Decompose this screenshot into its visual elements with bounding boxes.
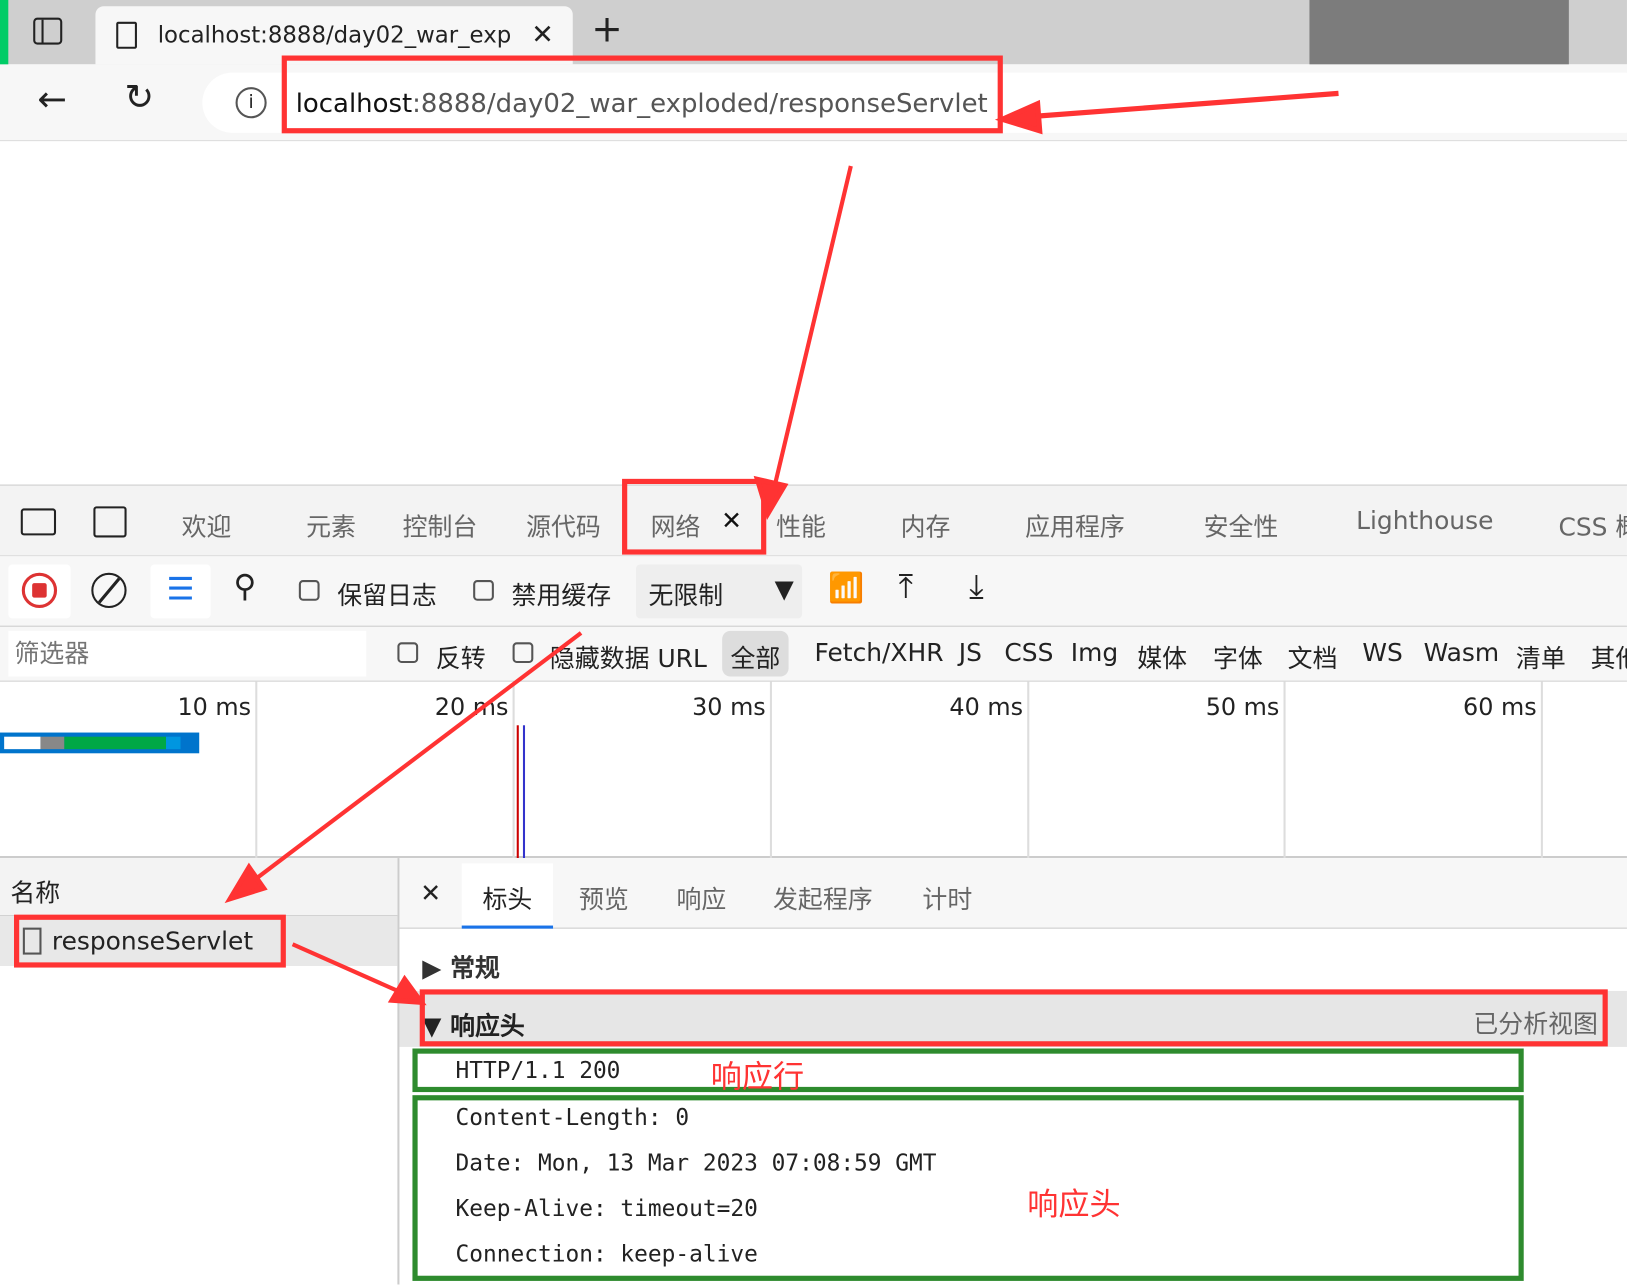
import-har-icon[interactable]: ⤒	[899, 567, 914, 607]
profile-blurred	[1309, 0, 1569, 69]
section-response-headers[interactable]: ▼ 响应头 已分析视图	[399, 990, 1627, 1047]
filter-other[interactable]: 其他	[1591, 638, 1627, 674]
filter-js[interactable]: JS	[959, 638, 982, 667]
request-detail: ✕ 标头 预览 响应 发起程序 计时 ▶ 常规 ▼ 响应头 已分析视图 HTTP…	[399, 858, 1627, 1285]
request-row[interactable]: responseServlet	[0, 916, 398, 967]
tab-lighthouse[interactable]: Lighthouse	[1356, 506, 1493, 535]
disable-cache-checkbox[interactable]	[473, 580, 494, 601]
tick-label: 50 ms	[1205, 694, 1280, 722]
tick-label: 60 ms	[1463, 694, 1537, 722]
tab-initiator[interactable]: 发起程序	[773, 879, 873, 915]
section-general[interactable]: ▶ 常规	[422, 947, 500, 983]
tick-label: 20 ms	[434, 694, 509, 722]
network-toolbar: ☰ ⚲ 保留日志 禁用缓存 无限制 ▼ 📶 ⤒ ⤓	[0, 555, 1627, 626]
filter-fetch-xhr[interactable]: Fetch/XHR	[815, 638, 944, 667]
header-row: Connection: keep-alive	[455, 1242, 758, 1268]
network-timeline[interactable]: 10 ms 20 ms 30 ms 40 ms 50 ms 60 ms	[0, 681, 1627, 859]
new-tab-icon[interactable]: +	[591, 8, 622, 51]
document-icon	[22, 927, 42, 955]
invert-checkbox[interactable]	[397, 642, 419, 664]
address-bar[interactable]: i localhost:8888/day02_war_exploded/resp…	[202, 72, 1627, 133]
filter-input[interactable]	[8, 630, 367, 677]
dropdown-icon: ▼	[774, 574, 794, 604]
request-bar[interactable]	[0, 732, 200, 754]
nav-bar: ← ↻ i localhost:8888/day02_war_exploded/…	[0, 64, 1627, 142]
browser-tab[interactable]: localhost:8888/day02_war_exploc ✕	[95, 6, 573, 65]
close-tab-icon[interactable]: ✕	[531, 20, 554, 51]
clear-icon[interactable]	[91, 572, 127, 609]
request-list: 名称 responseServlet	[0, 858, 400, 1285]
status-line: HTTP/1.1 200	[455, 1058, 621, 1085]
tab-css-overview[interactable]: CSS 概	[1558, 506, 1626, 542]
tab-application[interactable]: 应用程序	[1025, 506, 1125, 542]
tab-response[interactable]: 响应	[677, 879, 727, 915]
tick-label: 10 ms	[177, 694, 252, 722]
filter-wasm[interactable]: Wasm	[1424, 638, 1500, 667]
filter-ws[interactable]: WS	[1362, 638, 1402, 667]
tab-title: localhost:8888/day02_war_exploc	[157, 22, 511, 49]
close-network-icon[interactable]: ✕	[721, 506, 742, 535]
tab-preview[interactable]: 预览	[579, 879, 629, 915]
export-har-icon[interactable]: ⤓	[969, 567, 984, 607]
browser-tab-bar: localhost:8888/day02_war_exploc ✕ +	[0, 0, 1627, 69]
filter-doc[interactable]: 文档	[1288, 638, 1338, 674]
hide-data-url-label: 隐藏数据 URL	[549, 644, 707, 674]
status-line-annotation: 响应行	[710, 1059, 805, 1096]
arrow-line	[770, 165, 853, 494]
tab-security[interactable]: 安全性	[1204, 506, 1279, 542]
filter-css[interactable]: CSS	[1004, 638, 1053, 667]
page-icon	[116, 21, 137, 49]
filter-media[interactable]: 媒体	[1137, 638, 1187, 674]
tick-label: 30 ms	[692, 694, 766, 722]
back-icon[interactable]: ←	[37, 79, 67, 121]
header-row: Keep-Alive: timeout=20	[455, 1196, 758, 1223]
disable-cache-label: 禁用缓存	[511, 581, 612, 611]
reload-icon[interactable]: ↻	[125, 77, 155, 119]
filter-all[interactable]: 全部	[722, 630, 789, 677]
tab-network[interactable]: 网络	[651, 506, 701, 542]
device-icon[interactable]	[93, 506, 127, 538]
preserve-log-checkbox[interactable]	[298, 580, 320, 601]
filter-font[interactable]: 字体	[1213, 638, 1263, 674]
tab-performance[interactable]: 性能	[776, 506, 826, 542]
throttle-select[interactable]: 无限制 ▼	[636, 564, 803, 619]
close-detail-icon[interactable]: ✕	[420, 879, 441, 908]
tab-timing[interactable]: 计时	[922, 879, 972, 915]
filter-img[interactable]: Img	[1071, 638, 1118, 667]
filter-manifest[interactable]: 清单	[1516, 638, 1566, 674]
record-button[interactable]	[8, 564, 71, 619]
filter-bar: 反转 隐藏数据 URL 全部 Fetch/XHR JS CSS Img 媒体 字…	[0, 625, 1627, 682]
tab-console[interactable]: 控制台	[403, 506, 478, 542]
tab-memory[interactable]: 内存	[901, 506, 951, 542]
parsed-view-toggle[interactable]: 已分析视图	[1473, 1003, 1598, 1039]
filter-icon[interactable]: ☰	[150, 564, 211, 619]
preserve-log-label: 保留日志	[337, 581, 437, 611]
tick-label: 40 ms	[949, 694, 1024, 722]
invert-label: 反转	[435, 644, 486, 674]
info-icon[interactable]: i	[235, 87, 267, 119]
search-icon[interactable]: ⚲	[233, 569, 256, 605]
devtools-tabs: 欢迎 元素 控制台 源代码 网络 ✕ 性能 内存 应用程序 安全性 Lighth…	[0, 484, 1627, 556]
header-row: Date: Mon, 13 Mar 2023 07:08:59 GMT	[455, 1150, 937, 1177]
tab-headers[interactable]: 标头	[461, 863, 554, 929]
inspect-icon[interactable]	[20, 508, 57, 536]
name-column-header[interactable]: 名称	[0, 858, 398, 917]
header-row: Content-Length: 0	[455, 1105, 690, 1131]
tab-sources[interactable]: 源代码	[526, 506, 601, 542]
tab-elements[interactable]: 元素	[306, 506, 356, 542]
hide-data-url-checkbox[interactable]	[512, 642, 534, 664]
network-conditions-icon[interactable]: 📶	[828, 571, 864, 605]
detail-tabs: ✕ 标头 预览 响应 发起程序 计时	[399, 858, 1627, 929]
tab-welcome[interactable]: 欢迎	[182, 506, 232, 542]
headers-annotation: 响应头	[1027, 1187, 1121, 1224]
tab-actions-icon[interactable]	[33, 17, 63, 45]
